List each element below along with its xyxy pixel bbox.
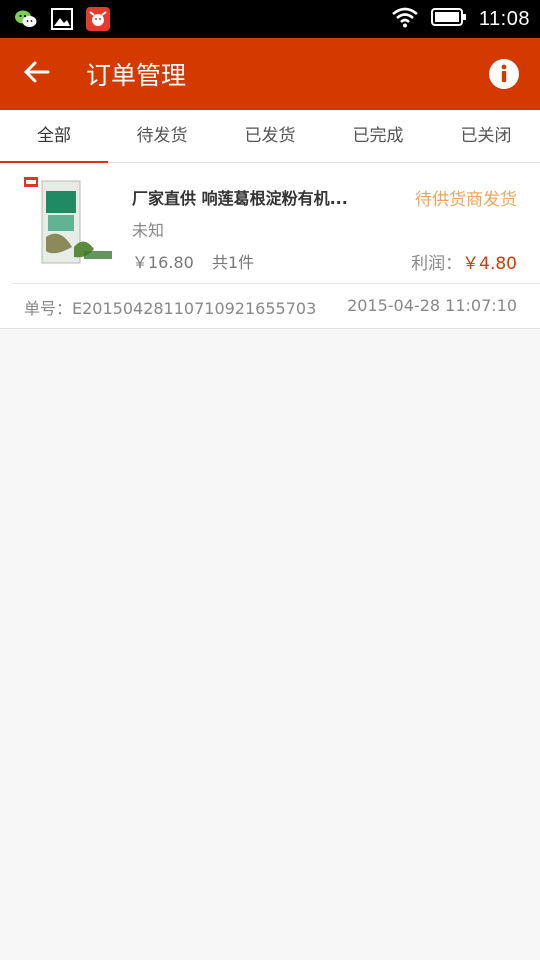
product-title: 厂家直供 响莲葛根淀粉有机...: [132, 189, 348, 208]
tab-closed[interactable]: 已关闭: [432, 110, 540, 162]
page-title: 订单管理: [86, 61, 187, 90]
product-spec: 未知: [132, 221, 165, 240]
info-button[interactable]: [488, 58, 520, 90]
product-quantity: 共1件: [212, 253, 255, 272]
order-number: 单号：E20150428110710921655703: [24, 299, 317, 318]
profit: 利润：￥4.80: [411, 249, 517, 274]
tab-completed[interactable]: 已完成: [324, 110, 432, 162]
clock-time: 11:08: [478, 7, 530, 30]
product-price: ￥16.80: [132, 253, 194, 272]
battery-icon: [430, 6, 467, 32]
product-image: [24, 177, 114, 273]
wifi-icon: [391, 6, 419, 32]
back-button[interactable]: [18, 58, 54, 90]
gallery-icon: [50, 7, 74, 31]
status-bar: 11:08: [0, 0, 540, 38]
info-icon: [488, 59, 520, 94]
profit-label: 利润：: [411, 254, 463, 274]
app-bar: 订单管理: [0, 38, 540, 110]
profit-value: ￥4.80: [462, 254, 517, 274]
order-card[interactable]: 厂家直供 响莲葛根淀粉有机... 待供货商发货 未知 ￥16.80 共1件 利润…: [0, 163, 540, 329]
order-tabs: 全部 待发货 已发货 已完成 已关闭: [0, 110, 540, 163]
wechat-icon: [14, 7, 38, 31]
order-status: 待供货商发货: [415, 190, 517, 210]
tab-all[interactable]: 全部: [0, 110, 108, 163]
app-icon: [86, 7, 110, 31]
arrow-left-icon: [22, 60, 50, 88]
order-time: 2015-04-28 11:07:10: [347, 296, 517, 315]
tab-pending-shipment[interactable]: 待发货: [108, 110, 216, 162]
tab-shipped[interactable]: 已发货: [216, 110, 324, 162]
divider: [12, 283, 540, 284]
